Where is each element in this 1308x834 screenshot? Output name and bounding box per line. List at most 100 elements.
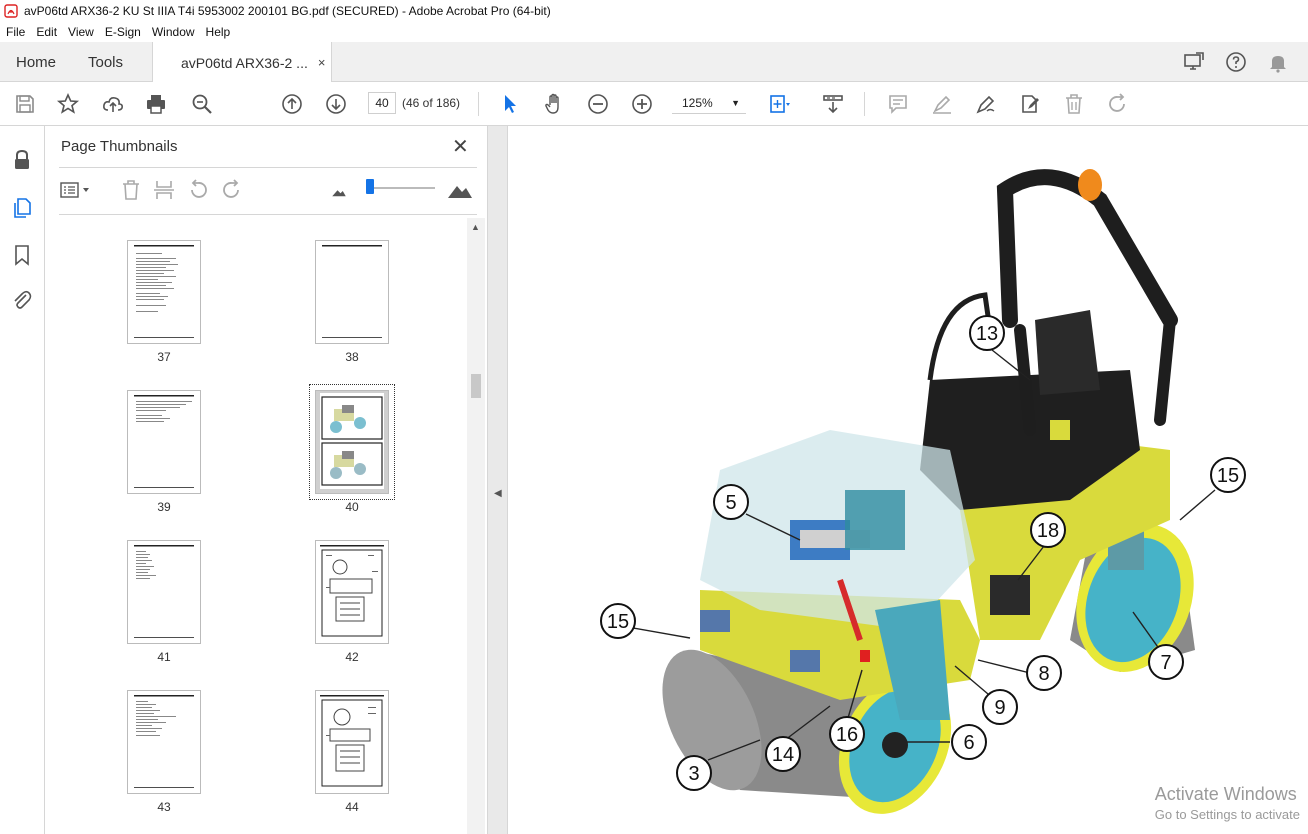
- menu-window[interactable]: Window: [152, 25, 195, 39]
- callout-9-marker: 9: [982, 689, 1018, 725]
- small-thumbnail-mountain-icon[interactable]: [330, 182, 354, 206]
- page-thumbnail[interactable]: [127, 240, 201, 344]
- zoom-out-search-icon[interactable]: [189, 91, 215, 117]
- page-thumbnails-icon[interactable]: [10, 196, 34, 220]
- draw-tool-icon[interactable]: [973, 91, 999, 117]
- callout-13-label: 13: [976, 323, 998, 345]
- select-cursor-icon[interactable]: [497, 91, 523, 117]
- thumbnail-page-number: 44: [345, 800, 359, 814]
- next-page-icon[interactable]: [323, 91, 349, 117]
- thumbnail-size-slider-handle[interactable]: [366, 179, 374, 194]
- tab-document-label: avP06td ARX36-2 ...: [181, 54, 308, 71]
- callout-8-marker: 8: [1026, 655, 1062, 691]
- page-thumbnail[interactable]: [315, 240, 389, 344]
- notifications-bell-icon[interactable]: [1266, 50, 1290, 74]
- attachments-paperclip-icon[interactable]: [10, 288, 34, 312]
- thumbnail-scrollbar[interactable]: ▲: [467, 218, 485, 834]
- window-title: avP06td ARX36-2 KU St IIIA T4i 5953002 2…: [24, 4, 551, 18]
- bookmark-star-icon[interactable]: [55, 91, 81, 117]
- page-thumbnail[interactable]: [127, 690, 201, 794]
- menu-esign[interactable]: E-Sign: [105, 25, 141, 39]
- roller-figure: 13 15 5 18 15 7 8 9 16 6 14 3: [600, 169, 1246, 814]
- page-thumbnails-panel: Page Thumbnails ✕ 37 38 39 40 41 42 43 4…: [45, 126, 488, 834]
- callout-13-marker: 13: [969, 315, 1005, 351]
- panel-title: Page Thumbnails: [61, 138, 178, 155]
- tab-close-icon[interactable]: ×: [318, 55, 326, 70]
- scroll-up-arrow-icon[interactable]: ▲: [471, 222, 480, 232]
- thumbnail-list: 37 38 39 40 41 42 43 44: [59, 218, 465, 834]
- menu-file[interactable]: File: [6, 25, 25, 39]
- bookmarks-icon[interactable]: [10, 243, 34, 267]
- acrobat-window: avP06td ARX36-2 KU St IIIA T4i 5953002 2…: [0, 0, 1308, 834]
- callout-7-label: 7: [1160, 652, 1171, 674]
- callout-3-label: 3: [688, 763, 699, 785]
- toolbar-divider: [864, 92, 865, 116]
- callout-15-label: 15: [1217, 465, 1239, 487]
- thumbnail-size-slider-track[interactable]: [367, 187, 435, 189]
- redo-icon[interactable]: [1105, 91, 1131, 117]
- page-thumbnail-selected[interactable]: [309, 384, 395, 500]
- zoom-in-icon[interactable]: [629, 91, 655, 117]
- thumbnail-page-number: 41: [157, 650, 171, 664]
- menu-view[interactable]: View: [68, 25, 94, 39]
- callout-16-marker: 16: [829, 716, 865, 752]
- callout-15-marker: 15: [600, 603, 636, 639]
- panel-close-icon[interactable]: ✕: [452, 134, 469, 159]
- panel-divider: [59, 214, 477, 215]
- watermark-line-2: Go to Settings to activate: [1154, 807, 1300, 822]
- delete-trash-icon[interactable]: [1061, 91, 1087, 117]
- highlight-pen-icon[interactable]: [929, 91, 955, 117]
- upload-cloud-icon[interactable]: [100, 91, 126, 117]
- operator-seat: [1035, 310, 1100, 395]
- tab-document[interactable]: avP06td ARX36-2 ... ×: [152, 42, 332, 83]
- panel-splitter[interactable]: ◀: [488, 126, 508, 834]
- menu-edit[interactable]: Edit: [36, 25, 57, 39]
- callout-18-marker: 18: [1030, 512, 1066, 548]
- zoom-out-icon[interactable]: [585, 91, 611, 117]
- machine-body: [700, 370, 1170, 720]
- page-thumbnail[interactable]: [127, 390, 201, 494]
- large-thumbnail-mountain-icon[interactable]: [447, 178, 472, 202]
- callout-6-label: 6: [963, 732, 974, 754]
- delete-page-icon[interactable]: [119, 178, 143, 202]
- document-view[interactable]: 13 15 5 18 15 7 8 9 16 6 14 3 Activate W…: [509, 126, 1308, 834]
- hand-tool-icon[interactable]: [541, 91, 567, 117]
- rotate-right-icon[interactable]: [220, 178, 244, 202]
- split-page-icon[interactable]: [152, 178, 176, 202]
- previous-page-icon[interactable]: [279, 91, 305, 117]
- tab-bar: Home Tools avP06td ARX36-2 ... ×: [0, 42, 1308, 83]
- print-icon[interactable]: [143, 91, 169, 117]
- help-icon[interactable]: [1224, 50, 1248, 74]
- scroll-mode-icon[interactable]: [820, 91, 846, 117]
- edit-stamp-icon[interactable]: [1017, 91, 1043, 117]
- zoom-level-value: 125%: [682, 96, 713, 110]
- beacon-light: [1078, 169, 1102, 201]
- thumbnail-page-number: 38: [345, 350, 359, 364]
- menu-bar: File Edit View E-Sign Window Help: [0, 22, 1308, 42]
- page-number-input[interactable]: 40: [368, 92, 396, 114]
- rotate-left-icon[interactable]: [186, 178, 210, 202]
- share-screen-icon[interactable]: [1182, 50, 1206, 74]
- page-thumbnail[interactable]: [127, 540, 201, 644]
- tab-home[interactable]: Home: [16, 42, 56, 82]
- callout-5-marker: 5: [713, 484, 749, 520]
- comment-icon[interactable]: [885, 91, 911, 117]
- page-thumbnail[interactable]: [315, 690, 389, 794]
- lock-icon[interactable]: [10, 148, 34, 172]
- collapse-panel-arrow-icon[interactable]: ◀: [494, 488, 502, 499]
- scrollbar-thumb[interactable]: [471, 374, 481, 398]
- watermark-line-1: Activate Windows: [1154, 784, 1297, 804]
- page-fit-icon[interactable]: [766, 91, 792, 117]
- page-count: (46 of 186): [402, 96, 461, 110]
- callout-3-marker: 3: [676, 755, 712, 791]
- thumbnail-options-menu-icon[interactable]: [59, 178, 89, 202]
- menu-help[interactable]: Help: [206, 25, 231, 39]
- page-thumbnail[interactable]: [315, 540, 389, 644]
- activate-windows-watermark: Activate Windows Go to Settings to activ…: [1155, 784, 1300, 822]
- save-icon[interactable]: [12, 91, 38, 117]
- callout-18-label: 18: [1037, 520, 1059, 542]
- thumbnail-page-number: 40: [345, 500, 359, 514]
- callout-15-marker: 15: [1210, 457, 1246, 493]
- tab-tools[interactable]: Tools: [88, 42, 123, 82]
- zoom-level-select[interactable]: 125% ▼: [672, 92, 746, 114]
